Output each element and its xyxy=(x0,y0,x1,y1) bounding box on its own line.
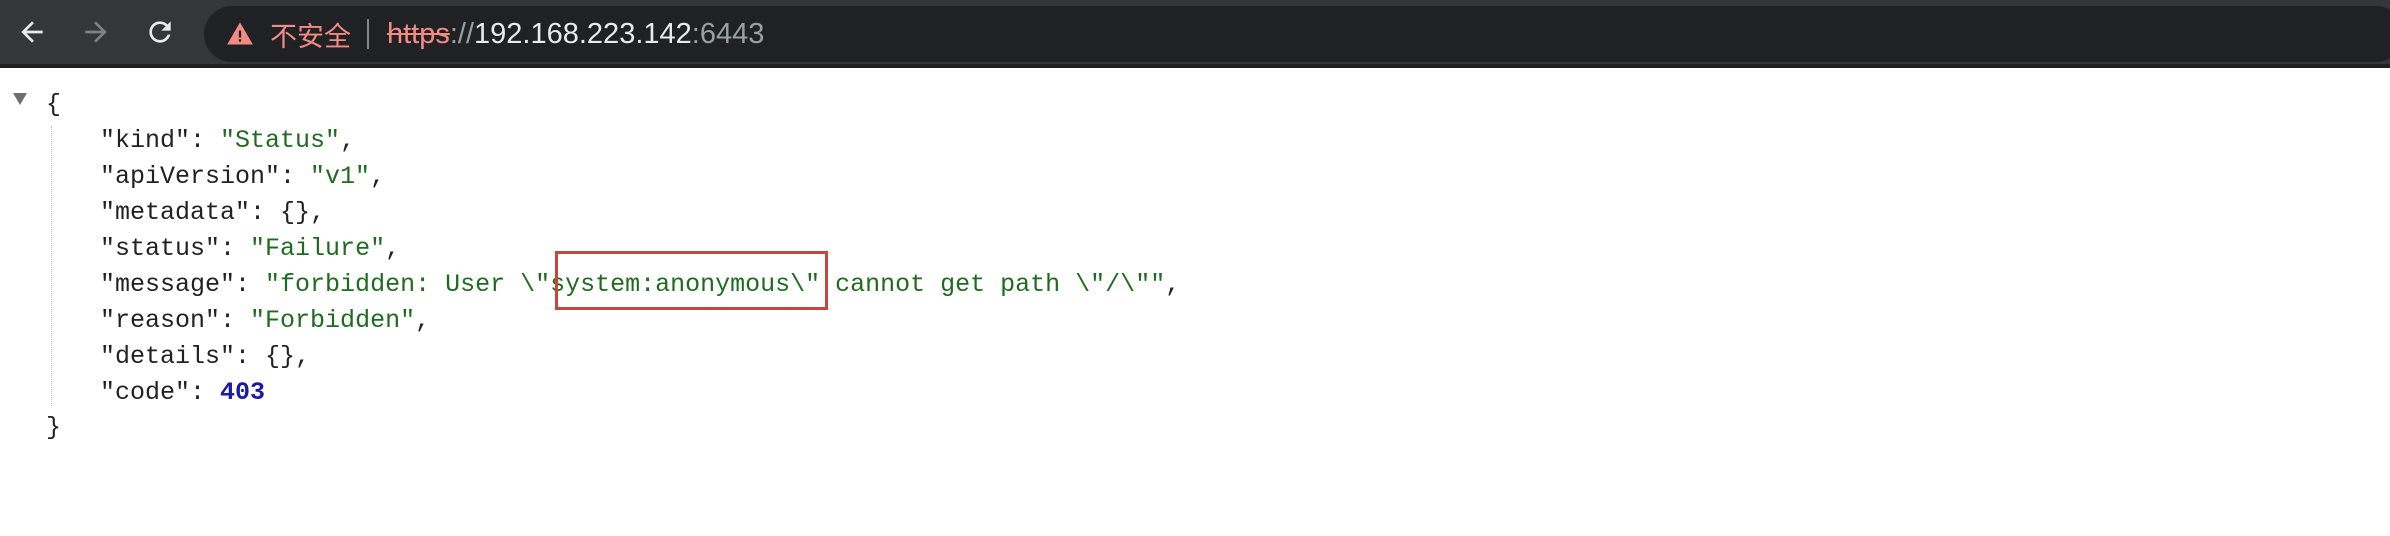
json-property-reason: "reason": "Forbidden", xyxy=(100,306,431,335)
back-button[interactable] xyxy=(12,12,52,52)
security-status-text[interactable]: 不安全 xyxy=(270,15,351,54)
json-property-code: "code": 403 xyxy=(100,378,266,407)
json-key: "metadata" xyxy=(100,198,251,227)
url-port: :6443 xyxy=(691,17,765,50)
json-property-kind: "kind": "Status", xyxy=(100,126,356,155)
json-comma: , xyxy=(370,162,386,191)
annotation-highlight-box xyxy=(555,251,828,310)
json-open-brace: { xyxy=(46,90,62,119)
omnibox-divider xyxy=(367,19,369,49)
json-property-details: "details": {}, xyxy=(100,342,311,371)
forward-button[interactable] xyxy=(76,12,116,52)
reload-button[interactable] xyxy=(140,12,180,52)
url-separator: :// xyxy=(449,17,475,50)
json-key: "kind" xyxy=(100,126,191,155)
json-value: {} xyxy=(280,198,311,227)
json-value: "Forbidden" xyxy=(250,306,416,335)
json-value: {} xyxy=(265,342,296,371)
json-comma: , xyxy=(340,126,356,155)
json-key: "apiVersion" xyxy=(100,162,281,191)
json-property-metadata: "metadata": {}, xyxy=(100,198,326,227)
json-comma: , xyxy=(295,342,311,371)
json-key: "reason" xyxy=(100,306,221,335)
json-value: "v1" xyxy=(310,162,371,191)
json-comma: , xyxy=(415,306,431,335)
json-comma: , xyxy=(1165,270,1181,299)
reload-icon xyxy=(149,21,171,43)
browser-toolbar: 不安全 https://192.168.223.142:6443 xyxy=(0,0,2390,68)
json-comma: , xyxy=(385,234,401,263)
json-value: "Status" xyxy=(220,126,341,155)
arrow-left-icon xyxy=(21,21,43,43)
url-scheme: https xyxy=(387,17,450,50)
json-indent-guide xyxy=(51,126,52,406)
json-comma: , xyxy=(310,198,326,227)
json-viewer: { "kind": "Status", "apiVersion": "v1", … xyxy=(0,68,2390,536)
json-key: "message" xyxy=(100,270,236,299)
triangle-down-icon[interactable] xyxy=(12,92,28,106)
json-close-brace: } xyxy=(46,413,62,442)
json-key: "details" xyxy=(100,342,236,371)
arrow-right-icon xyxy=(85,21,107,43)
json-key: "status" xyxy=(100,234,221,263)
url-host: 192.168.223.142 xyxy=(474,17,692,50)
address-bar[interactable]: 不安全 https://192.168.223.142:6443 xyxy=(204,6,2390,62)
json-value: 403 xyxy=(220,378,266,407)
json-property-apiversion: "apiVersion": "v1", xyxy=(100,162,386,191)
json-key: "code" xyxy=(100,378,191,407)
warning-triangle-icon[interactable] xyxy=(226,20,254,48)
json-value: "Failure" xyxy=(250,234,386,263)
json-property-status: "status": "Failure", xyxy=(100,234,401,263)
